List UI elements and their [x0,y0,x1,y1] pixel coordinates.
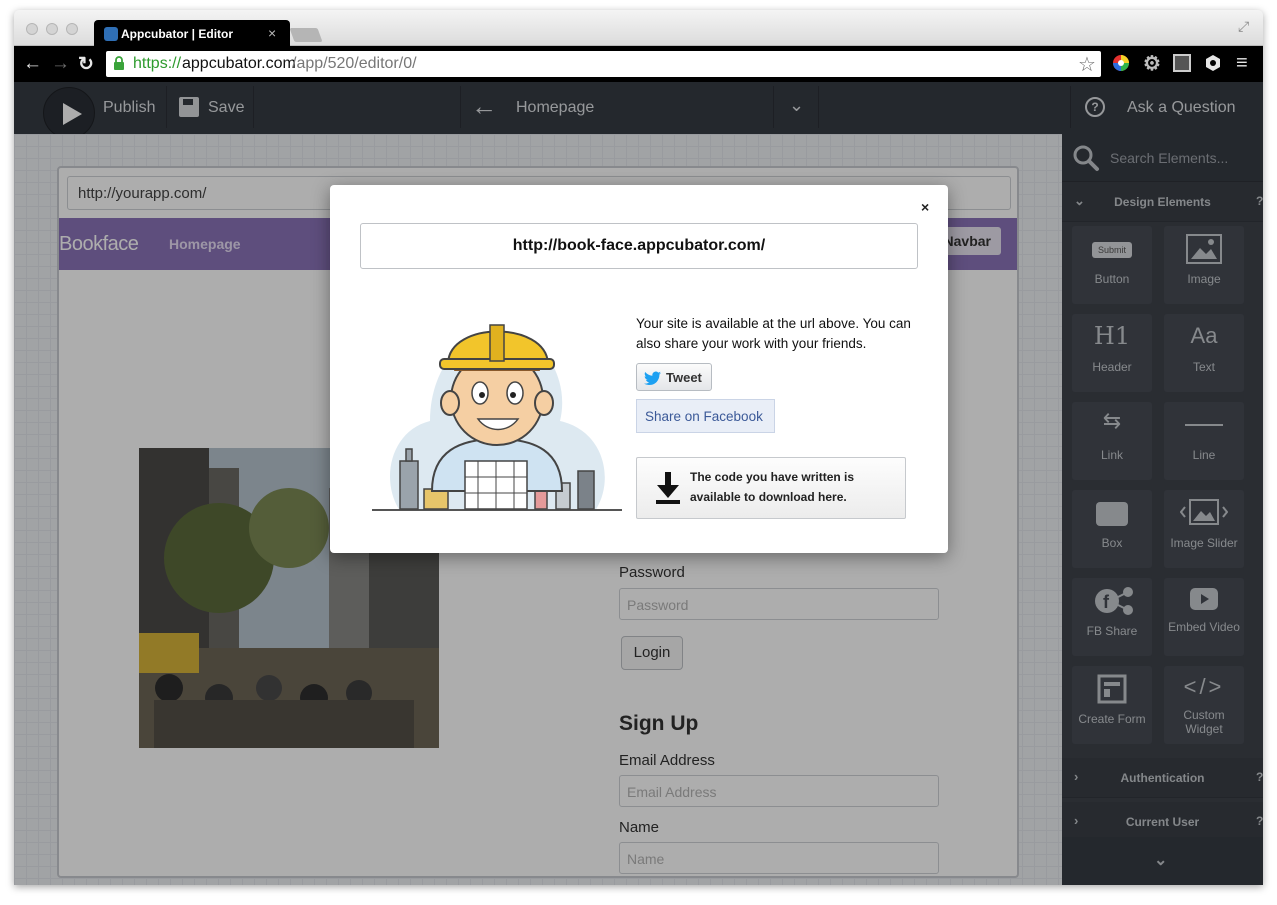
tab-appcubator-editor[interactable]: Appcubator | Editor × [94,20,290,47]
color-picker-extension-icon[interactable] [1112,54,1130,72]
fullscreen-icon[interactable]: ⤢ [1238,18,1249,35]
tab-title: Appcubator | Editor [121,27,234,41]
download-code-button[interactable]: The code you have written is available t… [636,457,906,519]
browser-toolbar: ← → ↻ https:// appcubator.com /app/520/e… [14,46,1263,82]
url-scheme: https:// [133,55,182,72]
url-host: appcubator.com [182,55,296,72]
lock-icon [114,56,124,70]
new-tab-button[interactable] [289,28,323,42]
tab-strip: Appcubator | Editor × ⤢ [14,10,1263,47]
shield-extension-icon[interactable] [1204,54,1222,72]
close-icon[interactable]: × [921,199,929,215]
appcubator-favicon-icon [104,27,118,41]
gear-extension-icon[interactable]: ⚙ [1143,51,1161,76]
menu-icon[interactable]: ≡ [1236,52,1248,75]
reload-icon[interactable]: ↻ [78,53,94,76]
share-on-facebook-button[interactable]: Share on Facebook [636,399,775,433]
screenshot-extension-icon[interactable] [1173,54,1191,72]
download-code-text: The code you have written is available t… [690,470,855,504]
published-site-url[interactable]: http://book-face.appcubator.com/ [360,223,918,269]
close-window-light[interactable] [26,23,38,35]
tweet-button[interactable]: Tweet [636,363,712,391]
url-path: /app/520/editor/0/ [292,55,417,72]
minimize-window-light[interactable] [46,23,58,35]
bookmark-star-icon[interactable]: ☆ [1078,52,1096,77]
tab-close-icon[interactable]: × [268,25,276,41]
zoom-window-light[interactable] [66,23,78,35]
twitter-bird-icon [644,371,661,385]
availability-message: Your site is available at the url above.… [636,316,911,351]
address-bar[interactable]: https:// appcubator.com /app/520/editor/… [106,51,1101,77]
builder-mascot-illustration [372,324,622,511]
download-arrow-icon [656,472,680,504]
browser-window: Appcubator | Editor × ⤢ ← → ↻ https:// a… [14,10,1263,885]
screen: Appcubator | Editor × ⤢ ← → ↻ https:// a… [0,0,1277,905]
publish-success-modal: × http://book-face.appcubator.com/ Your … [330,185,948,553]
forward-icon[interactable]: → [51,53,70,75]
back-icon[interactable]: ← [23,53,42,75]
tweet-label: Tweet [666,370,702,385]
